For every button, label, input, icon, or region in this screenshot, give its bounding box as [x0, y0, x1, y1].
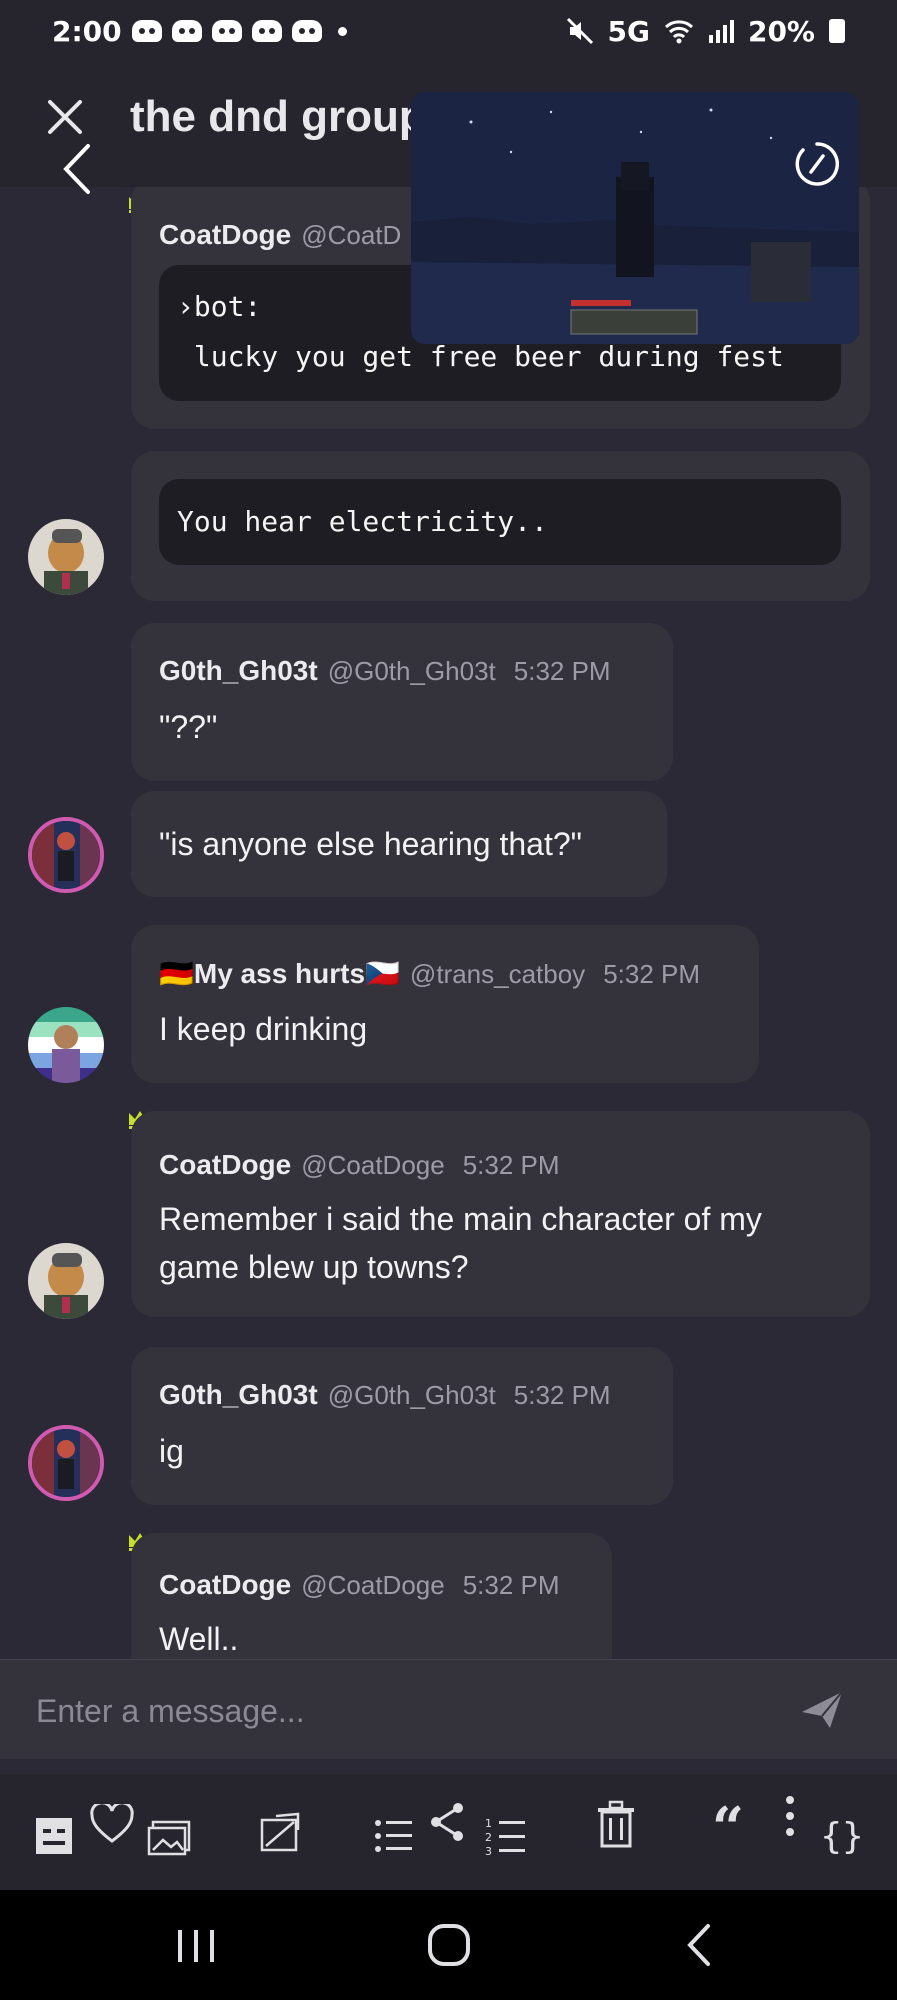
message-time: 5:32 PM: [462, 1150, 560, 1180]
network-label: 5G: [607, 14, 650, 48]
message-input[interactable]: [36, 1682, 756, 1740]
author-handle[interactable]: @CoatD: [301, 220, 401, 251]
author-handle[interactable]: @G0th_Gh03t: [328, 656, 496, 687]
group-title: the dnd group: [130, 92, 426, 141]
code-line: lucky you get free beer during fest: [177, 340, 784, 373]
message-bubble[interactable]: G0th_Gh03t @G0th_Gh03t 5:32 PM "??": [131, 623, 673, 781]
author-name[interactable]: G0th_Gh03t: [159, 655, 318, 687]
svg-text:3: 3: [485, 1845, 492, 1856]
avatar-g0th-gh03t[interactable]: [28, 817, 104, 893]
message-time: 5:32 PM: [513, 1380, 611, 1410]
message-time: 5:32 PM: [462, 1570, 560, 1600]
avatar-coatdoge[interactable]: [28, 1243, 104, 1319]
message-text-line: game blew up towns?: [159, 1249, 469, 1285]
author-name[interactable]: G0th_Gh03t: [159, 1379, 318, 1411]
send-icon[interactable]: [800, 1690, 844, 1730]
author-name-text: My ass hurts: [193, 958, 366, 989]
close-icon[interactable]: [44, 96, 86, 138]
battery-icon: [829, 19, 845, 43]
numbered-list-icon[interactable]: 123: [482, 1812, 530, 1860]
message-text: "??": [159, 709, 218, 745]
bulleted-list-icon[interactable]: [370, 1812, 418, 1860]
author-name[interactable]: CoatDoge: [159, 1149, 291, 1181]
more-notifications-dot-icon: [337, 26, 347, 36]
heart-icon[interactable]: [88, 1800, 136, 1848]
message-bubble[interactable]: 🇩🇪My ass hurts🇨🇿 @trans_catboy 5:32 PM I…: [131, 925, 759, 1083]
system-back-icon[interactable]: [676, 1920, 726, 1970]
message-text: ig: [159, 1433, 184, 1469]
message-text: I keep drinking: [159, 1011, 368, 1047]
avatar-trans-catboy[interactable]: [28, 1007, 104, 1083]
rotate-screen-icon[interactable]: [793, 140, 841, 188]
code-line: ›bot:: [177, 290, 262, 323]
svg-text:2: 2: [485, 1831, 492, 1844]
message-text: Well..: [159, 1621, 239, 1657]
video-pip-overlay[interactable]: [411, 92, 859, 344]
discord-notification-icon: [251, 20, 282, 42]
message-list[interactable]: CoatDoge @CoatD ›bot: lucky you get free…: [0, 187, 897, 1659]
status-bar: 2:00 5G 20%: [0, 0, 897, 62]
author-handle[interactable]: @CoatDoge: [301, 1570, 444, 1601]
message-bubble[interactable]: CoatDoge @CoatDoge 5:32 PM Remember i sa…: [131, 1111, 870, 1317]
composer-bar: [0, 1659, 897, 1759]
message-bubble[interactable]: CoatDoge @CoatDoge 5:32 PM Well..: [131, 1533, 612, 1659]
svg-text:1: 1: [485, 1817, 492, 1830]
message-time: 5:32 PM: [513, 656, 611, 686]
mute-icon: [566, 17, 593, 45]
spoiler-icon[interactable]: [30, 1812, 78, 1860]
image-icon[interactable]: [145, 1814, 193, 1862]
message-text: "is anyone else hearing that?": [159, 826, 582, 862]
discord-notification-icon: [131, 20, 162, 42]
home-icon[interactable]: [424, 1920, 474, 1970]
author-handle[interactable]: @CoatDoge: [301, 1150, 444, 1181]
quote-icon[interactable]: “: [704, 1795, 752, 1861]
message-bubble[interactable]: G0th_Gh03t @G0th_Gh03t 5:32 PM ig: [131, 1347, 673, 1505]
signal-icon: [708, 20, 734, 43]
avatar-g0th-gh03t[interactable]: [28, 1425, 104, 1501]
message-text-line: Remember i said the main character of my: [159, 1201, 762, 1237]
code-block: You hear electricity..: [159, 479, 841, 565]
gif-icon[interactable]: [256, 1808, 304, 1856]
delete-icon[interactable]: [592, 1800, 640, 1848]
more-options-icon[interactable]: [766, 1792, 814, 1840]
author-name[interactable]: CoatDoge: [159, 1569, 291, 1601]
recent-apps-icon[interactable]: [172, 1920, 222, 1970]
flag-germany: 🇩🇪: [159, 958, 194, 989]
code-block-icon[interactable]: {}: [818, 1812, 866, 1860]
status-time: 2:00: [52, 14, 122, 48]
discord-notification-icon: [171, 20, 202, 42]
back-icon[interactable]: [60, 142, 94, 196]
flag-czech: 🇨🇿: [365, 958, 400, 989]
system-nav-bar: [0, 1890, 897, 2000]
message-bubble[interactable]: "is anyone else hearing that?": [131, 791, 667, 897]
formatting-toolbar: 123 “ {}: [0, 1774, 897, 1890]
wifi-icon: [664, 20, 693, 44]
message-time: 5:32 PM: [603, 959, 701, 989]
discord-notification-icon: [291, 20, 322, 42]
author-handle[interactable]: @G0th_Gh03t: [328, 1380, 496, 1411]
author-name[interactable]: CoatDoge: [159, 219, 291, 251]
game-video-frame: [411, 92, 859, 344]
battery-percent: 20%: [747, 14, 815, 48]
discord-notification-icon: [211, 20, 242, 42]
avatar-coatdoge[interactable]: [28, 519, 104, 595]
share-icon[interactable]: [424, 1798, 472, 1846]
author-name[interactable]: 🇩🇪My ass hurts🇨🇿: [159, 957, 400, 990]
author-handle[interactable]: @trans_catboy: [410, 959, 585, 990]
message-bubble[interactable]: You hear electricity..: [131, 451, 870, 601]
